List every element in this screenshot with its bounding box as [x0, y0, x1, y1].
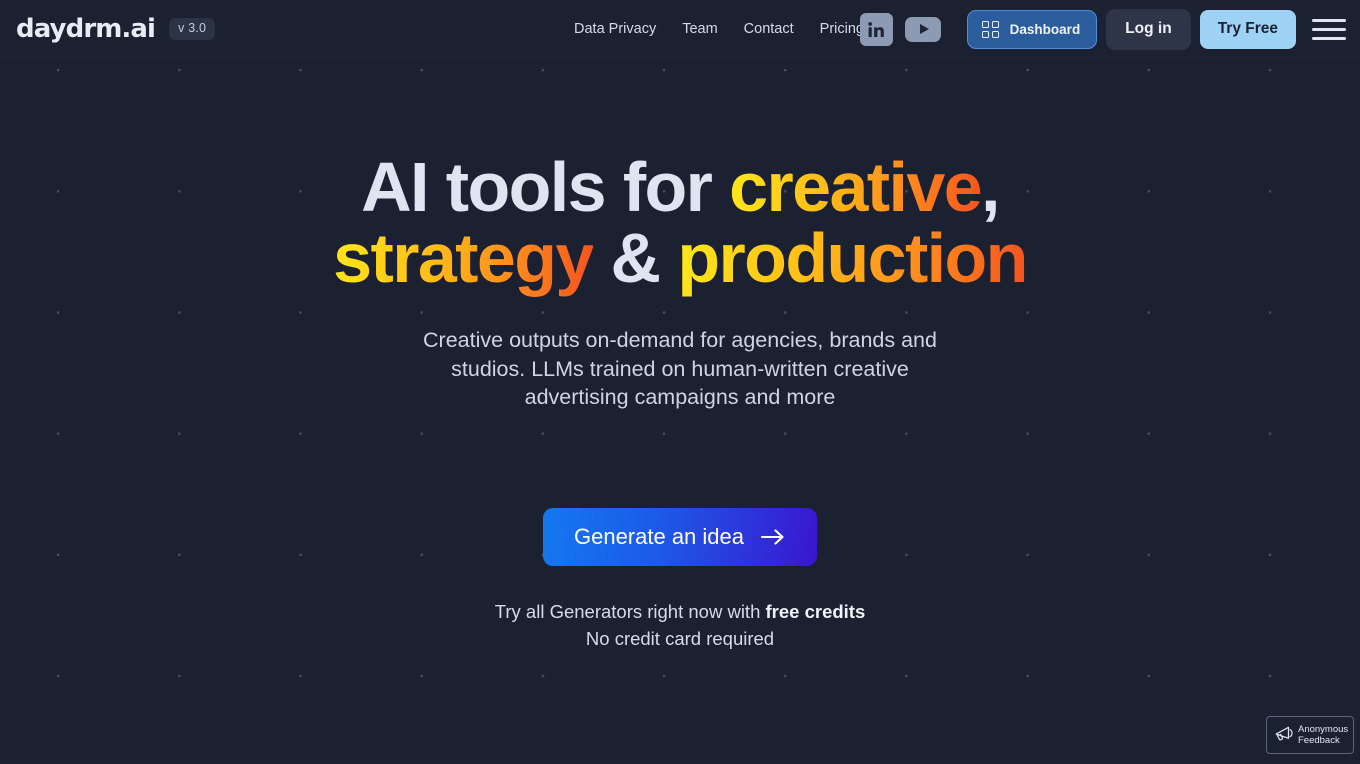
hero-section: AI tools for creative, strategy & produc…	[0, 58, 1360, 764]
youtube-icon[interactable]	[905, 16, 941, 42]
anonymous-feedback-button[interactable]: Anonymous Feedback	[1266, 716, 1354, 754]
dashboard-button-label: Dashboard	[1009, 21, 1081, 37]
try-free-button[interactable]: Try Free	[1199, 9, 1296, 49]
login-button[interactable]: Log in	[1106, 8, 1191, 50]
megaphone-icon	[1272, 724, 1294, 747]
headline-gradient-production: production	[677, 219, 1028, 298]
nav-link-data-privacy[interactable]: Data Privacy	[574, 21, 656, 37]
nav-link-pricing[interactable]: Pricing	[820, 21, 864, 37]
headline-gradient-strategy: strategy	[333, 219, 594, 298]
nav-link-team[interactable]: Team	[682, 21, 717, 37]
anonymous-feedback-label: Anonymous Feedback	[1298, 724, 1348, 746]
generate-an-idea-label: Generate an idea	[573, 524, 745, 549]
headline-ampersand: &	[592, 219, 678, 298]
version-badge: v 3.0	[169, 18, 216, 40]
feedback-line1: Anonymous	[1298, 723, 1349, 735]
brand-logo[interactable]: daydrm.ai	[16, 14, 156, 44]
hero-subheadline: Creative outputs on-demand for agencies,…	[423, 328, 937, 410]
generate-an-idea-button[interactable]: Generate an idea	[542, 508, 818, 566]
cta-note-line1-bold: free credits	[765, 601, 866, 622]
headline-plain-1: AI tools for	[361, 148, 730, 226]
header-actions: Dashboard Log in Try Free	[966, 0, 1360, 58]
cta-note-line2: No credit card required	[585, 628, 775, 650]
arrow-right-icon	[760, 528, 786, 546]
linkedin-icon[interactable]	[860, 12, 893, 46]
primary-nav: Data Privacy Team Contact Pricing	[574, 21, 864, 37]
headline-gradient-creative: creative	[729, 148, 982, 226]
cta-row: Generate an idea	[0, 508, 1360, 566]
feedback-line2: Feedback	[1298, 735, 1340, 746]
hamburger-icon[interactable]	[1312, 12, 1346, 46]
social-links	[860, 12, 941, 46]
landing-page: daydrm.ai v 3.0 Data Privacy Team Contac…	[0, 0, 1360, 764]
anonymous-feedback-widget[interactable]: Anonymous Feedback	[1260, 710, 1360, 760]
grid-icon	[981, 20, 999, 38]
cta-note: Try all Generators right now with free c…	[0, 598, 1360, 653]
site-header: daydrm.ai v 3.0 Data Privacy Team Contac…	[0, 0, 1360, 58]
page-title: AI tools for creative, strategy & produc…	[0, 151, 1360, 298]
headline-comma: ,	[981, 148, 1000, 226]
play-triangle-icon	[919, 24, 929, 34]
cta-note-line1-prefix: Try all Generators right now with	[494, 601, 766, 622]
nav-link-contact[interactable]: Contact	[744, 21, 794, 37]
dashboard-button[interactable]: Dashboard	[966, 9, 1098, 49]
brand[interactable]: daydrm.ai v 3.0	[16, 14, 216, 44]
